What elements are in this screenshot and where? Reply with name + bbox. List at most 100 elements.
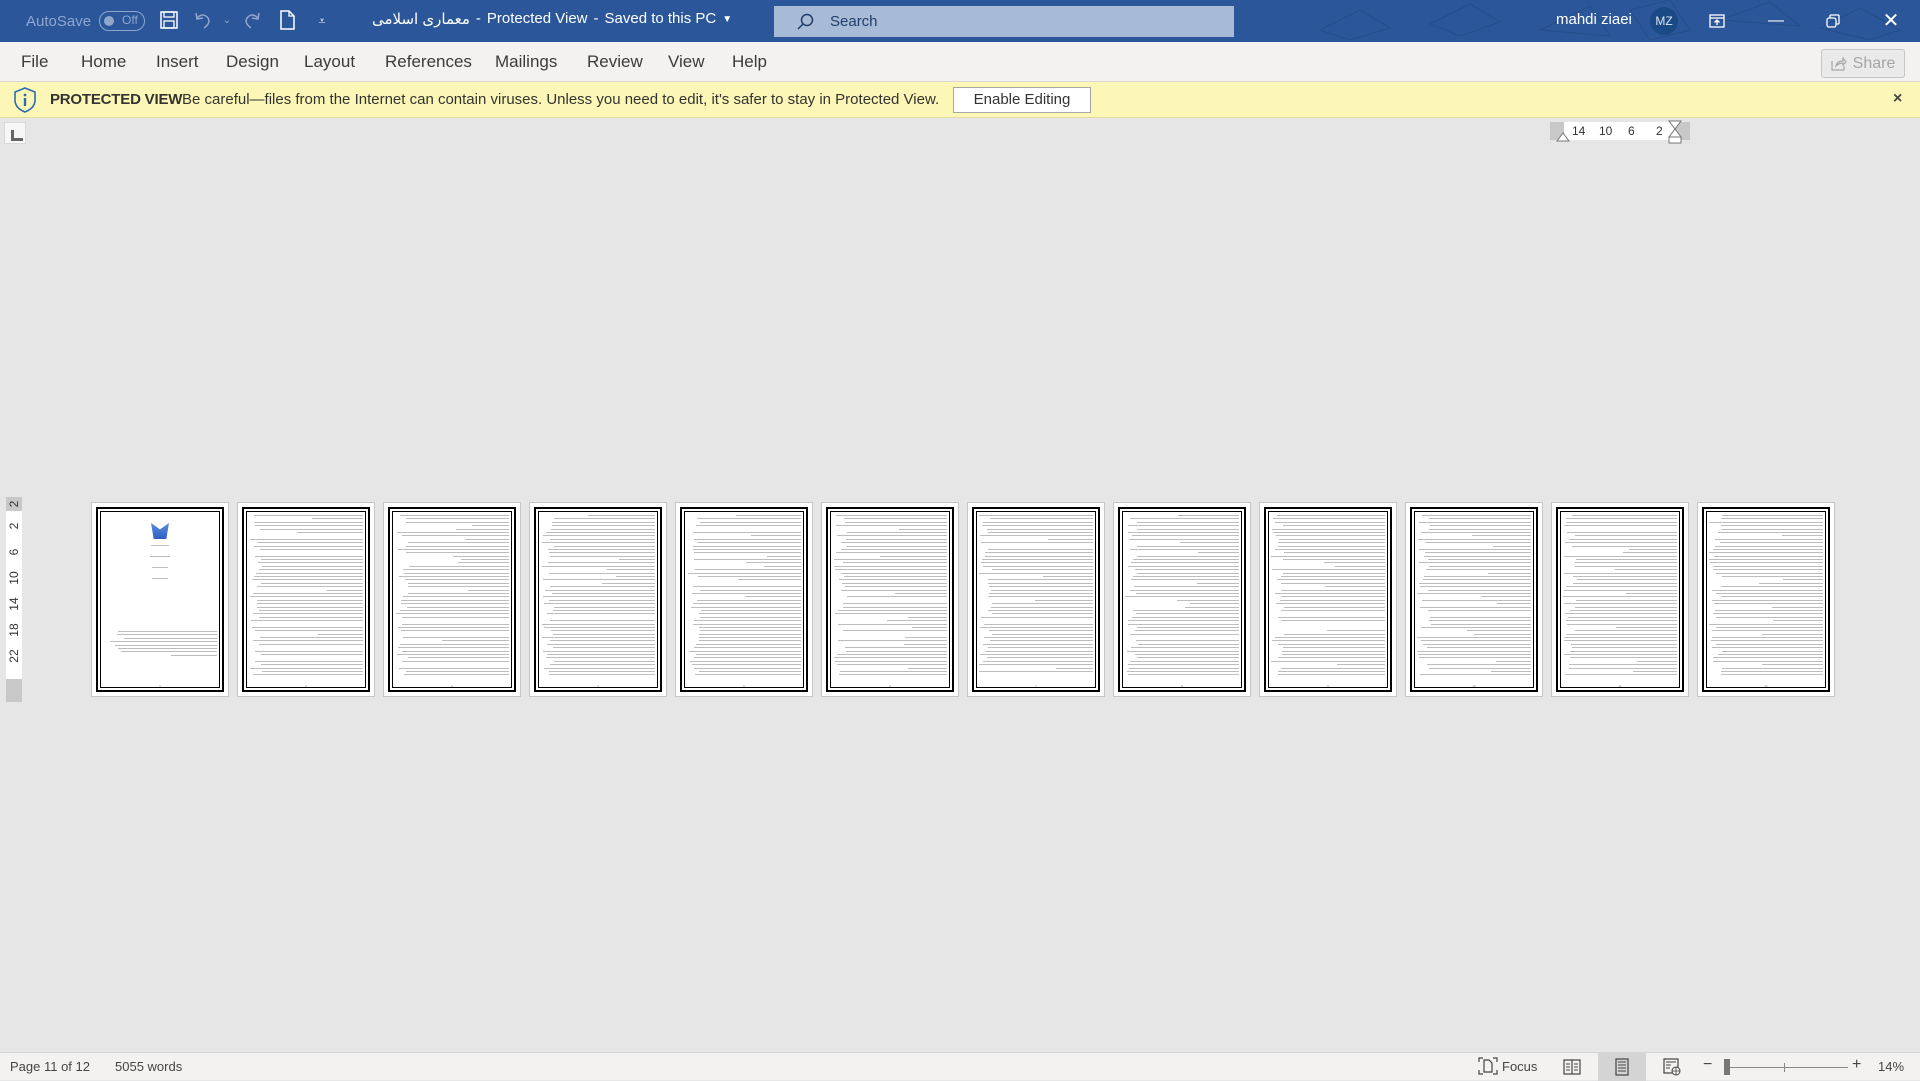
focus-button[interactable]: Focus	[1478, 1057, 1537, 1075]
tab-review[interactable]: Review	[587, 52, 643, 72]
ruler-tick: 10	[1599, 124, 1613, 138]
tab-stop-selector[interactable]	[4, 122, 26, 144]
ribbon-tab-bar: File Home Insert Design Layout Reference…	[0, 42, 1920, 82]
vertical-ruler[interactable]: 2 2 6 10 14 18 22	[6, 497, 22, 702]
ruler-tick: 10	[7, 571, 21, 585]
page-text	[1271, 515, 1385, 680]
page-thumbnail[interactable]: 10	[1405, 502, 1543, 697]
web-layout-icon	[1663, 1058, 1681, 1076]
autosave-toggle[interactable]: AutoSave Off	[26, 11, 146, 31]
close-icon[interactable]: ×	[1893, 90, 1902, 108]
zoom-out-button[interactable]: −	[1703, 1056, 1712, 1074]
focus-label: Focus	[1502, 1058, 1538, 1074]
page-number: 7	[1035, 684, 1037, 688]
redo-icon[interactable]	[241, 10, 263, 32]
tab-mailings[interactable]: Mailings	[495, 52, 557, 72]
tab-design[interactable]: Design	[226, 52, 279, 72]
horizontal-ruler[interactable]: 14 10 6 2	[1550, 120, 1690, 144]
minimize-icon[interactable]: —	[1753, 0, 1799, 42]
tab-view[interactable]: View	[668, 52, 705, 72]
document-title[interactable]: معماری اسلامی - Protected View - Saved t…	[372, 10, 732, 30]
title-separator: -	[475, 10, 481, 27]
new-document-icon[interactable]	[276, 10, 298, 32]
restore-icon[interactable]	[1810, 0, 1856, 42]
page-text	[103, 515, 217, 680]
right-indent-marker[interactable]	[1668, 120, 1682, 144]
undo-dropdown-icon[interactable]: ⌄	[216, 10, 238, 32]
page-thumbnail[interactable]: 8	[1113, 502, 1251, 697]
autosave-label: AutoSave	[26, 12, 92, 30]
page-thumbnail[interactable]: 1	[91, 502, 229, 697]
page-thumbnail[interactable]: 3	[383, 502, 521, 697]
page-text	[979, 515, 1093, 680]
share-icon	[1831, 56, 1847, 71]
page-number: 6	[889, 684, 891, 688]
left-indent-marker[interactable]	[1556, 130, 1570, 142]
search-input[interactable]: Search	[774, 6, 1234, 37]
page-thumbnail[interactable]: 11	[1551, 502, 1689, 697]
word-count[interactable]: 5055 words	[115, 1059, 182, 1074]
share-button[interactable]: Share	[1821, 49, 1905, 78]
shield-info-icon	[14, 87, 36, 113]
page-thumbnail[interactable]: 4	[529, 502, 667, 697]
zoom-level[interactable]: 14%	[1878, 1059, 1904, 1074]
read-mode-button[interactable]	[1548, 1053, 1596, 1081]
autosave-switch[interactable]: Off	[99, 11, 146, 31]
status-bar: Page 11 of 12 5055 words Focus − + 14%	[0, 1052, 1920, 1081]
tab-references[interactable]: References	[385, 52, 472, 72]
page-number: 4	[597, 684, 599, 688]
page-text	[395, 515, 509, 680]
avatar[interactable]: MZ	[1650, 7, 1678, 35]
undo-icon[interactable]	[192, 10, 214, 32]
page-thumbnail[interactable]: 12	[1697, 502, 1835, 697]
zoom-slider-thumb[interactable]	[1723, 1059, 1730, 1075]
print-layout-button[interactable]	[1598, 1053, 1646, 1081]
page-number: 9	[1327, 684, 1329, 688]
zoom-slider-center-tick	[1784, 1063, 1785, 1072]
page-number: 2	[305, 684, 307, 688]
page-thumbnail[interactable]: 9	[1259, 502, 1397, 697]
search-placeholder: Search	[830, 13, 878, 30]
page-thumbnail[interactable]: 5	[675, 502, 813, 697]
page-indicator[interactable]: Page 11 of 12	[10, 1059, 90, 1074]
page-text	[1709, 515, 1823, 680]
web-layout-button[interactable]	[1648, 1053, 1696, 1081]
close-icon[interactable]: ✕	[1868, 0, 1914, 42]
read-mode-icon	[1563, 1059, 1581, 1075]
page-number: 11	[1618, 684, 1622, 688]
ruler-tick: 6	[1628, 124, 1635, 138]
save-status: Saved to this PC	[604, 10, 717, 27]
tab-file[interactable]: File	[21, 52, 48, 72]
page-number: 1	[159, 684, 161, 688]
tab-layout[interactable]: Layout	[304, 52, 355, 72]
user-name[interactable]: mahdi ziaei	[1556, 11, 1632, 28]
zoom-slider[interactable]	[1724, 1063, 1848, 1072]
page-text	[249, 515, 363, 680]
search-icon	[797, 13, 814, 30]
page-text	[687, 515, 801, 680]
tab-insert[interactable]: Insert	[156, 52, 199, 72]
page-number: 10	[1472, 684, 1476, 688]
protected-view-bar: PROTECTED VIEW Be careful—files from the…	[0, 82, 1920, 118]
page-number: 5	[743, 684, 745, 688]
chevron-down-icon: ▼	[722, 14, 733, 25]
page-text	[1563, 515, 1677, 680]
ruler-tick: 2	[7, 500, 21, 508]
page-thumbnail[interactable]: 2	[237, 502, 375, 697]
ruler-tick: 22	[7, 649, 21, 663]
ribbon-display-options-icon[interactable]	[1694, 0, 1740, 42]
view-mode: Protected View	[486, 10, 588, 27]
tab-help[interactable]: Help	[732, 52, 767, 72]
protected-view-message: Be careful—files from the Internet can c…	[182, 91, 940, 108]
page-number: 12	[1764, 684, 1768, 688]
tab-home[interactable]: Home	[81, 52, 126, 72]
enable-editing-button[interactable]: Enable Editing	[953, 87, 1091, 113]
page-thumbnail[interactable]: 6	[821, 502, 959, 697]
customize-quick-access-icon[interactable]: ⩡	[311, 10, 333, 32]
share-label: Share	[1852, 54, 1896, 72]
page-thumbnail[interactable]: 7	[967, 502, 1105, 697]
ruler-tick: 18	[7, 623, 21, 637]
zoom-in-button[interactable]: +	[1852, 1056, 1861, 1074]
save-icon[interactable]	[158, 10, 180, 32]
document-name: معماری اسلامی	[372, 11, 470, 28]
